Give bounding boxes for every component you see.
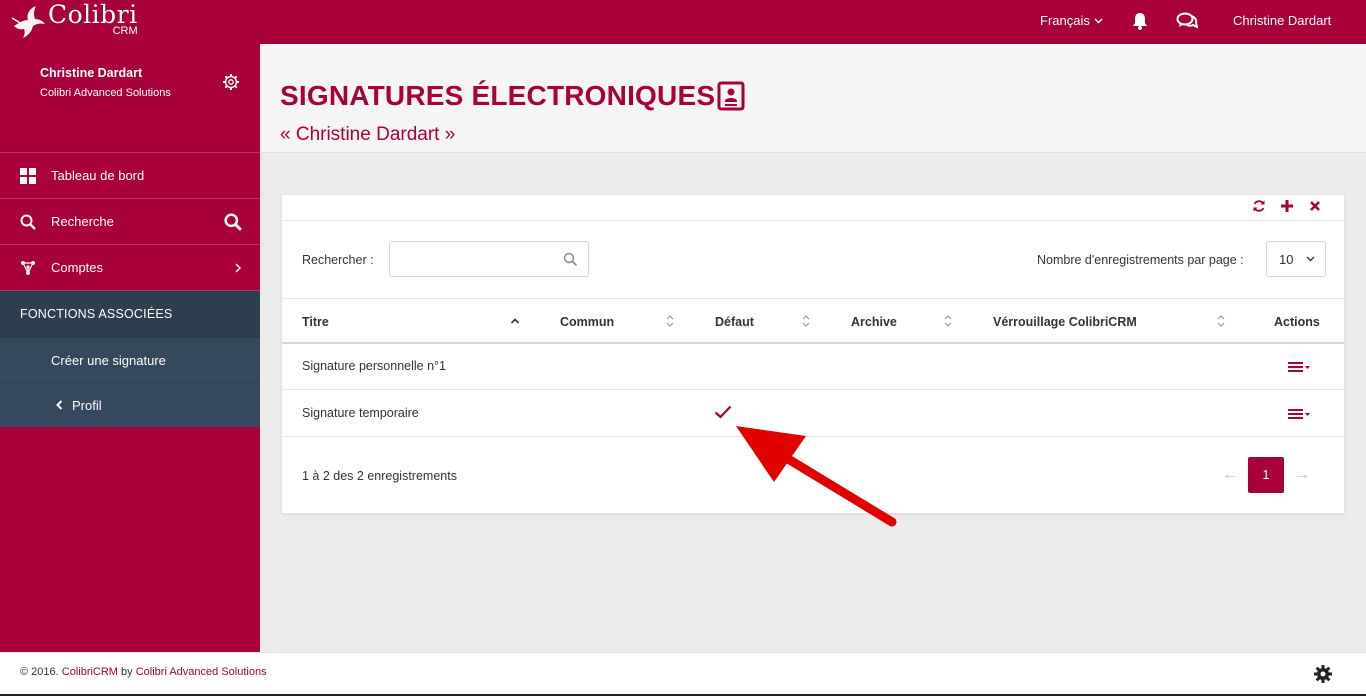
table-header: Titre Commun Défaut Archive Vérrouillage… [282,298,1344,344]
footer-copyright: © 2016. ColibriCRM by Colibri Advanced S… [20,666,267,678]
language-selector[interactable]: Français [1040,13,1103,28]
page-title: SIGNATURES ÉLECTRONIQUES [280,80,716,111]
dashboard-icon [20,167,36,184]
logo[interactable]: Colibri CRM [10,2,138,42]
search-icon [224,212,242,231]
cell-titre: Signature personnelle n°1 [302,359,446,373]
column-header-archive[interactable]: Archive [851,315,897,329]
pagination: ← 1 → [1212,457,1320,493]
search-field [389,241,589,277]
search-icon [563,252,578,267]
language-label: Français [1040,13,1090,28]
search-input[interactable] [390,242,555,276]
panel-toolbar [1252,199,1322,213]
sidebar-item-label: Recherche [51,214,114,229]
per-page-select[interactable]: 10 [1266,241,1326,277]
contact-card-icon [717,81,745,111]
chevron-left-icon [56,400,63,410]
sort-asc-icon[interactable] [510,313,520,329]
footer: © 2016. ColibriCRM by Colibri Advanced S… [0,652,1366,694]
column-header-verrouillage[interactable]: Vérrouillage ColibriCRM [993,315,1137,329]
hummingbird-icon [11,6,45,38]
chevron-right-icon [235,262,242,273]
by-text: by [117,666,136,678]
chevron-down-icon [1094,17,1103,24]
sort-icon[interactable] [1216,313,1226,329]
sort-icon[interactable] [665,313,675,329]
plus-icon [1281,200,1293,212]
column-header-commun[interactable]: Commun [560,315,614,329]
sidebar-item-label: Créer une signature [51,352,166,368]
actions-menu-icon[interactable] [1288,360,1312,374]
logo-text: Colibri [48,0,138,29]
chevron-down-icon [1306,256,1315,262]
table-row[interactable]: Signature temporaire [282,391,1344,437]
sort-icon[interactable] [801,313,811,329]
sidebar-item-search[interactable]: Recherche [0,199,260,245]
per-page-value: 10 [1279,251,1294,267]
column-header-titre[interactable]: Titre [302,315,329,329]
pagination-next[interactable]: → [1284,457,1320,493]
signatures-panel: Rechercher : Nombre d'enregistrements pa… [281,194,1345,514]
close-button[interactable] [1308,199,1322,213]
top-bar: Colibri CRM Français Christine Dardart [0,0,1366,44]
sidebar-item-label: Comptes [51,260,104,275]
sidebar-item-create-signature[interactable]: Créer une signature [0,337,260,382]
sidebar: Christine Dardart Colibri Advanced Solut… [0,44,260,652]
sidebar-item-profile[interactable]: Profil [0,382,260,427]
check-icon [714,405,732,419]
table-row[interactable]: Signature personnelle n°1 [282,344,1344,390]
accounts-icon [21,260,35,275]
sort-icon[interactable] [943,313,953,329]
bell-icon[interactable] [1130,11,1150,31]
top-user-menu[interactable]: Christine Dardart [1233,13,1331,28]
sidebar-item-label: Tableau de bord [51,168,145,183]
gear-icon[interactable] [1314,665,1332,683]
profile-company: Colibri Advanced Solutions [40,87,171,99]
add-button[interactable] [1280,199,1294,213]
search-icon [20,214,36,230]
page-header: SIGNATURES ÉLECTRONIQUES « Christine Dar… [260,44,1366,153]
page-subtitle: « Christine Dardart » [280,124,456,145]
refresh-icon [1253,200,1265,212]
search-label: Rechercher : [302,253,374,267]
brand-link[interactable]: ColibriCRM [62,666,118,678]
chat-icon[interactable] [1176,11,1198,31]
copyright-text: © 2016. [20,666,62,678]
sidebar-item-accounts[interactable]: Comptes [0,245,260,291]
column-header-defaut[interactable]: Défaut [715,315,754,329]
sidebar-item-dashboard[interactable]: Tableau de bord [0,153,260,199]
per-page-label: Nombre d'enregistrements par page : [1037,253,1244,267]
table-info: 1 à 2 des 2 enregistrements [302,469,457,483]
cell-titre: Signature temporaire [302,406,419,420]
gear-icon[interactable] [222,73,240,91]
close-icon [1310,201,1320,211]
panel-divider [282,220,1344,221]
company-link[interactable]: Colibri Advanced Solutions [136,666,267,678]
actions-menu-icon[interactable] [1288,407,1312,421]
column-header-actions: Actions [1274,315,1320,329]
refresh-button[interactable] [1252,199,1266,213]
pagination-prev[interactable]: ← [1212,457,1248,493]
profile-name: Christine Dardart [40,66,143,80]
sidebar-section-title: FONCTIONS ASSOCIÉES [0,291,260,337]
pagination-page-1[interactable]: 1 [1248,457,1284,493]
sidebar-profile: Christine Dardart Colibri Advanced Solut… [0,44,260,153]
sidebar-item-label: Profil [72,397,102,413]
